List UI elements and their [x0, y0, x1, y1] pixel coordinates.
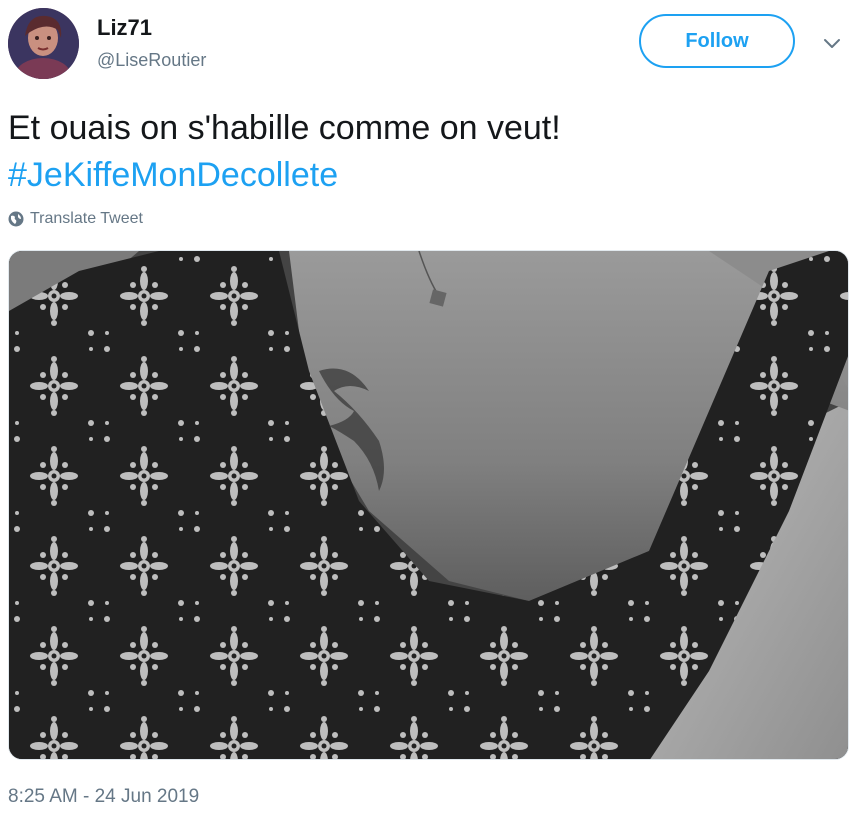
display-name[interactable]: Liz71 [97, 14, 152, 42]
translate-label: Translate Tweet [30, 210, 143, 227]
translate-tweet-link[interactable]: Translate Tweet [8, 210, 143, 228]
chevron-down-icon[interactable] [820, 34, 844, 54]
tweet-photo[interactable] [8, 250, 849, 760]
timestamp[interactable]: 8:25 AM - 24 Jun 2019 [8, 785, 199, 809]
user-handle[interactable]: @LiseRoutier [97, 48, 206, 72]
hashtag-link[interactable]: #JeKiffeMonDecollete [8, 152, 848, 199]
follow-button[interactable]: Follow [639, 14, 795, 68]
tweet: Liz71 @LiseRoutier Follow Et ouais on s'… [0, 0, 857, 825]
globe-icon [8, 211, 24, 227]
tweet-text-line: Et ouais on s'habille comme on veut! [8, 109, 561, 147]
tweet-text: Et ouais on s'habille comme on veut! #Je… [8, 105, 848, 199]
avatar[interactable] [8, 8, 79, 79]
